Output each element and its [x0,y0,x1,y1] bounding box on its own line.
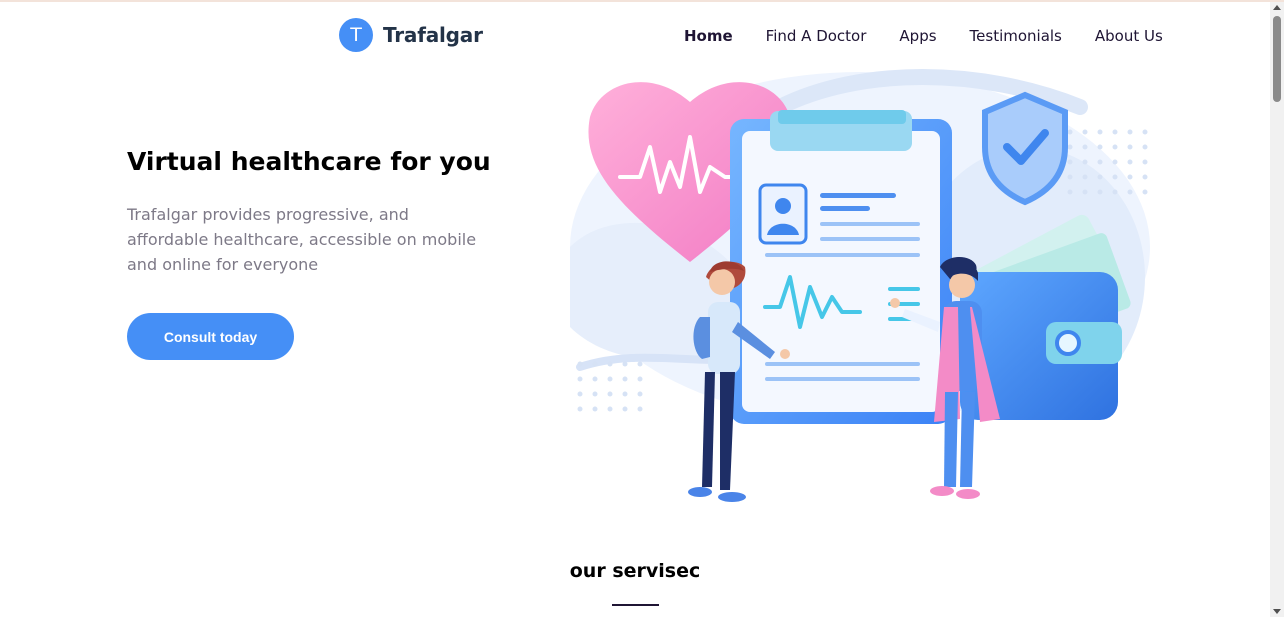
services-underline [612,604,659,606]
main-nav: Home Find A Doctor Apps Testimonials Abo… [684,27,1163,45]
brand-name: Trafalgar [383,23,483,47]
hero-title: Virtual healthcare for you [127,147,491,176]
hero-description: Trafalgar provides progressive, and affo… [127,205,477,274]
vertical-scrollbar[interactable] [1270,2,1284,617]
nav-find-a-doctor[interactable]: Find A Doctor [766,27,867,45]
scroll-thumb[interactable] [1273,16,1281,102]
dot-grid-left [577,361,643,412]
hero-illustration [570,69,1150,502]
clipboard-icon [730,110,952,424]
scroll-up-icon[interactable] [1273,5,1281,10]
nav-home[interactable]: Home [684,27,733,45]
nav-testimonials[interactable]: Testimonials [970,27,1062,45]
shield-check-icon [982,91,1068,206]
services-title: our servisec [569,560,701,582]
logo-mark: T [339,18,373,52]
brand-logo[interactable]: T Trafalgar [339,18,483,52]
nav-about-us[interactable]: About Us [1095,27,1163,45]
nav-apps[interactable]: Apps [899,27,936,45]
page: T Trafalgar Home Find A Doctor Apps Test… [0,2,1270,617]
user-avatar-icon [758,183,808,245]
consult-today-button[interactable]: Consult today [127,313,294,360]
scroll-down-icon[interactable] [1273,609,1281,614]
